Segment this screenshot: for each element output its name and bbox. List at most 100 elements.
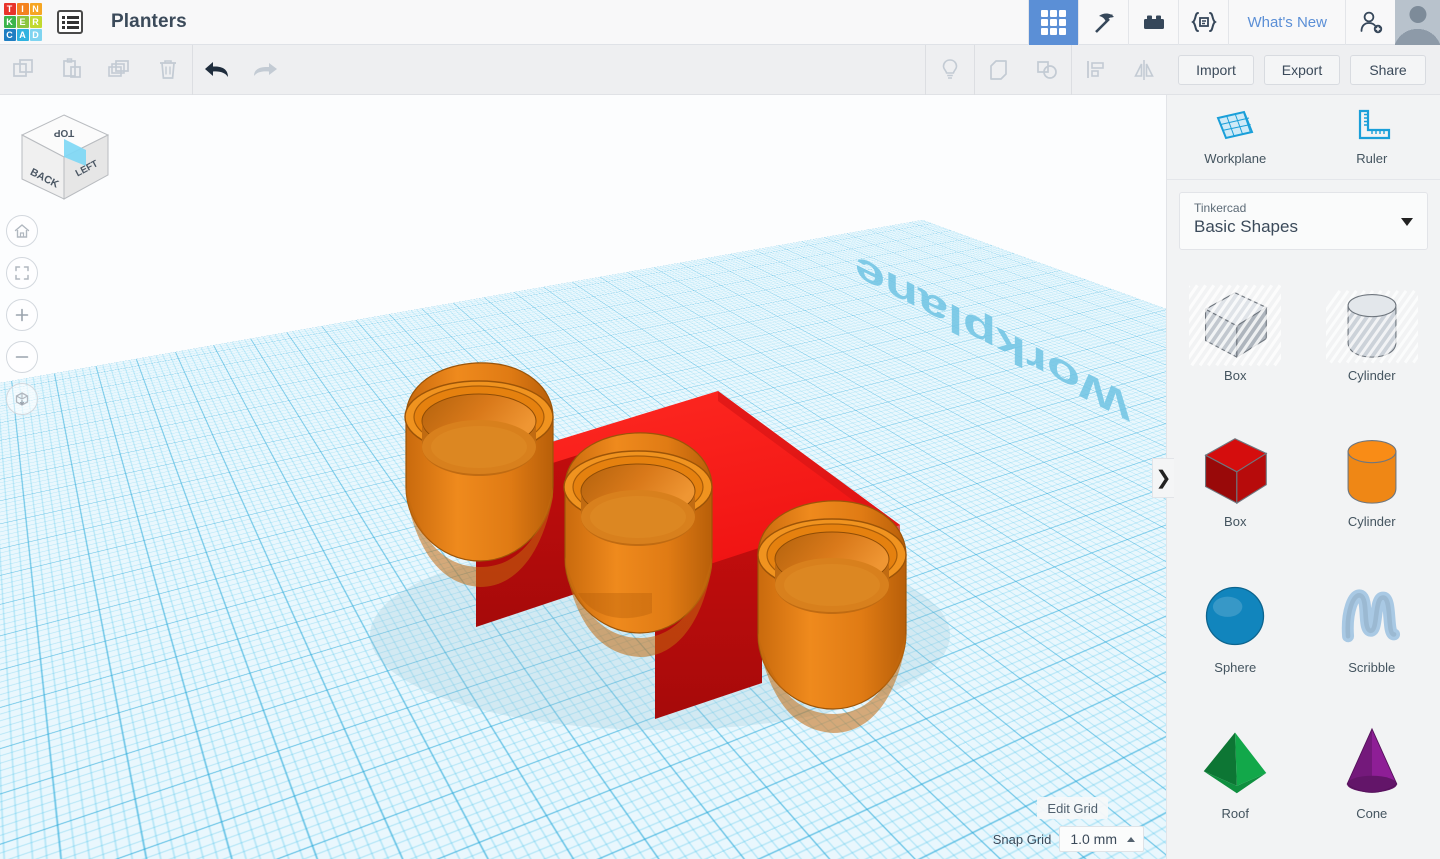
shape-library-select[interactable]: Tinkercad Basic Shapes [1179,192,1428,250]
shape-library-eyebrow: Tinkercad [1194,201,1247,215]
workplane-grid [0,220,1166,859]
shape-item-sphere[interactable]: Sphere [1167,560,1304,700]
shape-item-hole-cylinder[interactable]: Cylinder [1304,268,1440,408]
edit-grid-button[interactable]: Edit Grid [1037,797,1108,819]
paste-button[interactable] [48,45,96,95]
shape-library-value: Basic Shapes [1194,217,1298,236]
add-person-icon[interactable] [1345,0,1395,45]
zoom-in-button[interactable] [6,299,38,331]
lightbulb-icon [942,58,958,79]
align-icon [1087,60,1104,78]
align-button[interactable] [1072,45,1120,95]
ruler-tool[interactable]: Ruler [1304,95,1440,179]
caret-up-icon [1127,836,1135,842]
snap-grid-value: 1.0 mm [1070,831,1117,847]
duplicate-button[interactable] [96,45,144,95]
avatar[interactable] [1395,0,1440,45]
paste-icon [63,57,81,78]
group-tool-group [975,45,1071,95]
duplicate-icon [108,59,129,77]
history-tool-group [193,45,289,95]
logo-letter-t: T [3,3,16,15]
tinkercad-logo[interactable]: TIN KER CAD [0,0,45,45]
whats-new-link[interactable]: What's New [1228,0,1345,45]
grid-icon[interactable] [1028,0,1079,45]
tinkercad-app: TINKERCAD Planters What's New Import Exp… [0,0,1440,859]
shape-item-cone[interactable]: Cone [1304,706,1440,846]
scribble-preview-icon [1341,589,1400,643]
home-icon [14,224,30,238]
group-button[interactable] [975,45,1023,95]
undo-button[interactable] [193,45,241,95]
shape-item-label: Sphere [1214,660,1257,675]
pickaxe-icon-glyph [1095,13,1114,33]
shape-item-cylinder[interactable]: Cylinder [1304,414,1440,554]
hole-box-preview-icon [1189,284,1282,367]
codeblocks-icon[interactable] [1178,0,1228,45]
export-button[interactable]: Export [1264,54,1340,85]
shape-list: Box Cylinder Box Cylinder Sphere Scribble Roof… [1167,262,1440,859]
workplane-tool-label: Workplane [1204,151,1267,166]
lego-brick-icon-glyph [1143,15,1164,29]
share-button[interactable]: Share [1350,54,1426,85]
shape-item-box[interactable]: Box [1167,414,1304,554]
shape-item-roof[interactable]: Roof [1167,706,1304,846]
shape-item-label: Cylinder [1347,368,1396,383]
copy-button[interactable] [0,45,48,95]
trash-icon [160,59,176,79]
shape-item-hole-box[interactable]: Box [1167,268,1304,408]
arrange-tool-group [1072,45,1168,95]
projection-toggle-button[interactable] [6,383,38,415]
shape-item-label: Box [1224,368,1247,383]
ungroup-button[interactable] [1023,45,1071,95]
panel-collapse-toggle[interactable]: ❯ [1152,458,1174,498]
shape-item-scribble[interactable]: Scribble [1304,560,1440,700]
add-person-icon-glyph [1360,11,1382,34]
zoom-out-button[interactable] [6,341,38,373]
3d-viewport[interactable]: Workplane TOP BACK LEFT Edit Grid Snap G… [0,95,1166,859]
lightbulb-button[interactable] [926,45,974,95]
cone-preview-icon [1346,727,1398,793]
shape-item-partial[interactable] [1304,852,1440,859]
fit-view-button[interactable] [6,257,38,289]
logo-letter-k: K [3,16,16,28]
hole-cylinder-thumbnail [1325,278,1418,370]
shape-item-label: Roof [1221,806,1249,821]
import-button[interactable]: Import [1178,54,1254,85]
list-icon-row [61,25,79,29]
logo-letter-i: I [16,3,29,15]
redo-icon [254,62,277,76]
toolbar-actions: Import Export Share [1168,54,1440,85]
list-icon-row [61,15,79,19]
roof-thumbnail [1189,716,1281,808]
mirror-icon [1134,59,1154,80]
logo-letter-d: D [29,29,42,41]
snap-grid-select[interactable]: 1.0 mm [1059,826,1144,852]
mirror-button[interactable] [1120,45,1168,95]
viewport-nav-controls [6,215,38,415]
chevron-down-icon [1401,218,1413,226]
workplane-tool[interactable]: Workplane [1167,95,1304,179]
shape-item-dome[interactable] [1167,852,1304,859]
logo-letter-n: N [29,3,42,15]
logo-letter-r: R [29,16,42,28]
plus-icon [15,308,29,322]
ruler-icon [1358,109,1390,140]
logo-letter-grid: TIN KER CAD [3,3,42,41]
lego-brick-icon[interactable] [1128,0,1178,45]
scribble-thumbnail [1326,570,1418,662]
view-cube[interactable]: TOP BACK LEFT [10,109,118,209]
header-nav: What's New [1028,0,1440,45]
delete-button[interactable] [144,45,192,95]
cube-projection-icon [15,392,29,406]
home-view-button[interactable] [6,215,38,247]
codeblocks-icon-glyph [1191,12,1217,32]
project-list-icon[interactable] [57,10,83,34]
hole-box-thumbnail [1189,278,1282,370]
app-header: TINKERCAD Planters What's New [0,0,1440,45]
sphere-thumbnail [1189,570,1281,662]
logo-letter-c: C [3,29,16,41]
pickaxe-icon[interactable] [1078,0,1128,45]
snap-grid-control: Snap Grid 1.0 mm [993,826,1144,852]
redo-button[interactable] [241,45,289,95]
